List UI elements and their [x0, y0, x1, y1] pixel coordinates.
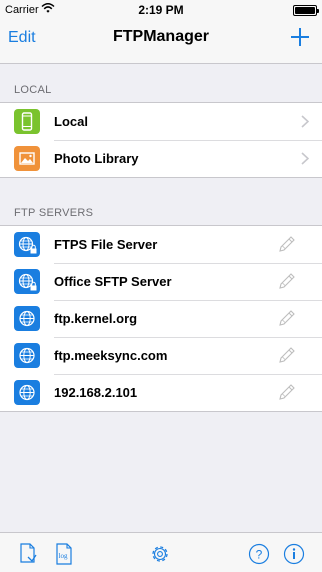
plus-icon[interactable]	[290, 27, 310, 47]
list-item-label: ftp.meeksync.com	[54, 348, 168, 363]
list-item-photo-library[interactable]: Photo Library	[0, 140, 322, 177]
globe-icon	[14, 343, 40, 368]
tab-bar: log ?	[0, 532, 322, 572]
list-item-server[interactable]: ftp.meeksync.com	[0, 337, 322, 374]
ftp-servers-group: FTPS File Server Office SFTP Server ftp.…	[0, 225, 322, 412]
status-time: 2:19 PM	[138, 3, 184, 17]
globe-icon	[14, 380, 40, 405]
svg-text:?: ?	[256, 548, 263, 562]
list-item-server[interactable]: ftp.kernel.org	[0, 300, 322, 337]
section-header-ftp-servers: FTP SERVERS	[14, 207, 94, 219]
log-icon[interactable]: log	[54, 542, 76, 566]
list-item-label: ftp.kernel.org	[54, 311, 138, 326]
gear-icon[interactable]	[149, 542, 171, 566]
list-item-server[interactable]: Office SFTP Server	[0, 263, 322, 300]
pencil-icon[interactable]	[276, 344, 298, 366]
globe-lock-icon	[14, 269, 40, 294]
list-item-label: FTPS File Server	[54, 237, 158, 252]
nav-bar: Edit FTPManager	[0, 20, 322, 64]
list-item-label: Photo Library	[54, 151, 139, 166]
document-inbox-icon[interactable]	[18, 542, 40, 566]
list-item-label: 192.168.2.101	[54, 385, 138, 400]
battery-icon	[293, 5, 319, 16]
pencil-icon[interactable]	[276, 307, 298, 329]
pencil-icon[interactable]	[276, 233, 298, 255]
phone-icon	[14, 109, 40, 134]
list-item-label: Local	[54, 114, 88, 129]
photo-icon	[14, 146, 40, 171]
info-icon[interactable]	[283, 542, 305, 566]
chevron-right-icon	[301, 115, 310, 128]
svg-text:log: log	[59, 552, 68, 560]
list-item-server[interactable]: 192.168.2.101	[0, 374, 322, 411]
pencil-icon[interactable]	[276, 270, 298, 292]
section-header-local: LOCAL	[14, 84, 52, 96]
chevron-right-icon	[301, 152, 310, 165]
globe-lock-icon	[14, 232, 40, 257]
list-item-label: Office SFTP Server	[54, 274, 172, 289]
list-item-server[interactable]: FTPS File Server	[0, 226, 322, 263]
page-title: FTPManager	[112, 28, 209, 45]
pencil-icon[interactable]	[276, 381, 298, 403]
local-group: Local Photo Library	[0, 102, 322, 178]
list-item-local[interactable]: Local	[0, 103, 322, 140]
status-bar: Carrier 2:19 PM	[0, 0, 322, 20]
help-icon[interactable]: ?	[248, 542, 270, 566]
globe-icon	[14, 306, 40, 331]
